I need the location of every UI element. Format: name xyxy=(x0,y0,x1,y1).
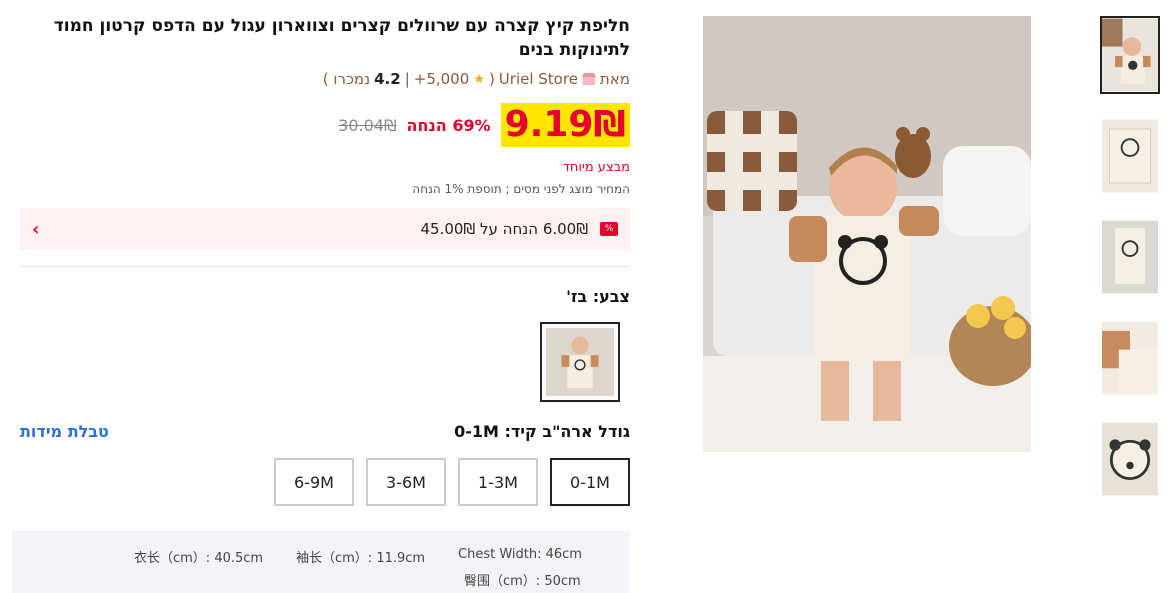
size-chart-link[interactable]: טבלת מידות xyxy=(20,422,109,441)
thumbnail-strip xyxy=(1100,16,1162,521)
size-label: גודל ארה"ב קיד: 0-1M xyxy=(454,421,630,441)
size-option-0-1m[interactable]: 0-1M xyxy=(550,458,630,506)
measurement-box: 衣长（cm）: 40.5cm 袖长（cm）: 11.9cm Chest Widt… xyxy=(12,531,629,593)
store-name-link[interactable]: Uriel Store xyxy=(499,70,578,88)
current-price: 9.19₪ xyxy=(500,103,630,147)
by-label: מאת xyxy=(599,70,630,88)
rating-open: ( xyxy=(488,70,495,88)
coupon-banner[interactable]: % 6.00₪ הנחה על 45.00₪ › xyxy=(20,208,630,250)
product-info-panel: חליפת קיץ קצרה עם שרוולים קצרים וצווארון… xyxy=(20,14,630,506)
store-icon xyxy=(581,72,596,86)
measure-sleeve: 袖长（cm）: 11.9cm xyxy=(296,551,426,566)
store-rating-row: מאת Uriel Store ( ★ 5,000+ | 4.2 נמכרו ) xyxy=(20,68,630,90)
sold-count: 5,000+ xyxy=(413,70,470,88)
special-offer-label: מבצע מיוחד xyxy=(562,160,630,175)
thumbnail-1[interactable] xyxy=(1100,16,1160,94)
size-option-1-3m[interactable]: 1-3M xyxy=(458,458,538,506)
size-header: גודל ארה"ב קיד: 0-1M טבלת מידות xyxy=(20,420,630,442)
color-label: צבע: בז' xyxy=(566,287,630,306)
discount-badge: 69% הנחה xyxy=(406,115,491,135)
chevron-left-icon[interactable]: › xyxy=(32,219,39,240)
tax-note: המחיר מוצג לפני מסים ; תוספת 1% הנחה xyxy=(412,182,630,196)
product-title: חליפת קיץ קצרה עם שרוולים קצרים וצווארון… xyxy=(53,16,630,60)
color-swatches xyxy=(20,322,630,402)
rating-value: 4.2 xyxy=(374,70,401,88)
coupon-icon: % xyxy=(600,222,618,236)
measure-hip: 臀围（cm）: 50cm xyxy=(464,574,581,589)
thumbnail-4[interactable] xyxy=(1100,319,1160,397)
size-option-3-6m[interactable]: 3-6M xyxy=(366,458,446,506)
original-price: 30.04₪ xyxy=(338,115,397,135)
separator: | xyxy=(404,70,410,88)
size-option-6-9m[interactable]: 6-9M xyxy=(274,458,354,506)
measure-chest: Chest Width: 46cm xyxy=(458,547,582,562)
coupon-text: 6.00₪ הנחה על 45.00₪ xyxy=(420,220,588,238)
star-icon: ★ xyxy=(473,71,485,87)
thumbnail-2[interactable] xyxy=(1100,117,1160,195)
price-row: 9.19₪ 69% הנחה 30.04₪ xyxy=(20,100,630,150)
main-product-image[interactable] xyxy=(703,16,1031,452)
size-options: 0-1M 1-3M 3-6M 6-9M xyxy=(20,458,630,506)
sold-label: נמכרו ) xyxy=(322,70,371,88)
divider xyxy=(20,266,630,267)
color-swatch-beige[interactable] xyxy=(540,322,620,402)
measure-length: 衣长（cm）: 40.5cm xyxy=(134,551,264,566)
thumbnail-3[interactable] xyxy=(1100,218,1160,296)
thumbnail-5[interactable] xyxy=(1100,420,1160,498)
